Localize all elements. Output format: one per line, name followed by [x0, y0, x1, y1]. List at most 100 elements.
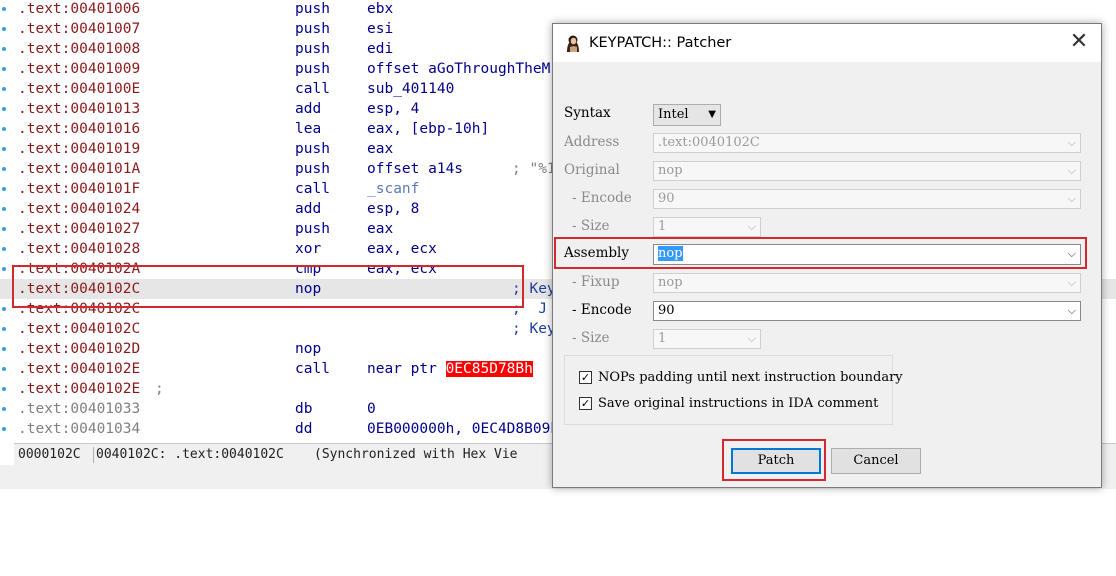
line-mnemonic: call	[295, 361, 330, 377]
fixup-field[interactable]: nop ⌵	[653, 273, 1081, 293]
line-address: .text:0040102D	[18, 341, 141, 357]
line-address: .text:00401024	[18, 201, 141, 217]
keypatch-app-icon	[563, 33, 583, 53]
chevron-down-icon: ⌵	[747, 220, 756, 233]
line-operand: eax, ecx	[367, 241, 437, 257]
line-address: .text:00401016	[18, 121, 141, 137]
checkbox-checked-icon: ✓	[579, 397, 592, 410]
line-mnemonic: add	[295, 101, 322, 117]
chevron-down-icon: ⌵	[747, 332, 756, 345]
line-mnemonic: dd	[295, 421, 313, 437]
assembly-input[interactable]: nop ⌵	[653, 244, 1081, 265]
line-mnemonic: push	[295, 161, 330, 177]
original-value: nop	[658, 163, 683, 178]
line-mnemonic: call	[295, 181, 330, 197]
fixup-label: - Fixup	[572, 274, 620, 290]
line-operand: _scanf	[367, 181, 420, 197]
line-address: .text:0040100E	[18, 81, 141, 97]
current-location: 0040102C: .text:0040102C	[96, 447, 284, 462]
line-operand: offset a14s	[367, 161, 464, 177]
encode-field[interactable]: 90 ⌵	[653, 301, 1081, 321]
syntax-label: Syntax	[564, 105, 611, 121]
line-address: .text:00401019	[18, 141, 141, 157]
line-operand: esi	[367, 21, 394, 37]
line-address: .text:0040102E	[18, 361, 141, 377]
separator-comment: ;	[155, 381, 164, 397]
address-label: Address	[564, 134, 620, 150]
line-mnemonic: nop	[295, 341, 322, 357]
close-icon[interactable]: ✕	[1067, 31, 1091, 55]
fixup-value: nop	[658, 275, 683, 290]
line-operand: offset aGoThroughTheM	[367, 61, 551, 77]
dialog-titlebar[interactable]: KEYPATCH:: Patcher ✕	[553, 24, 1101, 62]
options-group: ✓ NOPs padding until next instruction bo…	[564, 355, 903, 425]
line-address: .text:00401008	[18, 41, 141, 57]
original-size-field[interactable]: 1 ⌵	[653, 217, 761, 237]
syntax-value: Intel	[658, 107, 689, 122]
line-address: .text:0040102C	[18, 301, 141, 317]
line-mnemonic: nop	[295, 281, 322, 297]
address-value: .text:0040102C	[658, 135, 760, 150]
original-size-value: 1	[658, 219, 667, 234]
line-mnemonic: push	[295, 21, 330, 37]
line-mnemonic: cmp	[295, 261, 322, 277]
line-mnemonic: push	[295, 221, 330, 237]
line-address: .text:00401009	[18, 61, 141, 77]
cancel-button[interactable]: Cancel	[831, 448, 921, 474]
save-comment-label: Save original instructions in IDA commen…	[598, 396, 879, 411]
line-operand: ebx	[367, 1, 394, 17]
line-address: .text:00401013	[18, 101, 141, 117]
line-address: .text:0040102E	[18, 381, 141, 397]
line-address: .text:0040102A	[18, 261, 141, 277]
line-address: .text:00401028	[18, 241, 141, 257]
line-address: .text:0040102C	[18, 321, 141, 337]
encode-value: 90	[658, 303, 675, 318]
line-address: .text:0040102C	[18, 281, 141, 297]
assembly-label: Assembly	[564, 245, 629, 261]
chevron-down-icon: ⌵	[1067, 192, 1076, 205]
line-address: .text:00401033	[18, 401, 141, 417]
chevron-down-icon: ⌵	[1067, 304, 1076, 317]
bottom-blank-area	[0, 489, 1116, 505]
line-mnemonic: xor	[295, 241, 322, 257]
encode-label: - Encode	[572, 302, 632, 318]
line-mnemonic: lea	[295, 121, 322, 137]
line-mnemonic: add	[295, 201, 322, 217]
line-mnemonic: db	[295, 401, 313, 417]
line-operand: esp, 4	[367, 101, 420, 117]
original-field[interactable]: nop ⌵	[653, 161, 1081, 181]
line-operand: eax	[367, 141, 394, 157]
keypatch-dialog: KEYPATCH:: Patcher ✕ Syntax Intel ▼ Addr…	[552, 23, 1102, 488]
size-value: 1	[658, 331, 667, 346]
size-label: - Size	[572, 330, 610, 346]
bad-target-address: 0EC85D78Bh	[445, 361, 533, 377]
line-comment: ; "%1	[512, 161, 556, 177]
syntax-select[interactable]: Intel ▼	[653, 104, 721, 126]
checkbox-checked-icon: ✓	[579, 371, 592, 384]
original-encode-value: 90	[658, 191, 675, 206]
nop-padding-label: NOPs padding until next instruction boun…	[598, 370, 903, 385]
original-label: Original	[564, 162, 620, 178]
original-encode-label: - Encode	[572, 190, 632, 206]
assembly-value: nop	[658, 246, 683, 261]
line-address: .text:00401027	[18, 221, 141, 237]
line-comment: ; Key	[512, 321, 556, 337]
chevron-down-icon: ⌵	[1067, 164, 1076, 177]
syntax-dropdown-icon: ▼	[708, 109, 716, 120]
status-divider	[93, 447, 94, 463]
line-operand: sub_401140	[367, 81, 455, 97]
line-address: .text:00401006	[18, 1, 141, 17]
chevron-down-icon: ⌵	[1067, 276, 1076, 289]
patch-button[interactable]: Patch	[731, 448, 821, 474]
line-operand: 0	[367, 401, 376, 417]
disasm-line[interactable]: .text:00401006 push ebx	[0, 0, 1116, 19]
chevron-down-icon: ⌵	[1067, 136, 1076, 149]
line-operand: eax	[367, 221, 394, 237]
size-field[interactable]: 1 ⌵	[653, 329, 761, 349]
original-size-label: - Size	[572, 218, 610, 234]
address-field[interactable]: .text:0040102C ⌵	[653, 133, 1081, 153]
line-operand: eax, ecx	[367, 261, 437, 277]
line-mnemonic: push	[295, 1, 330, 17]
chevron-down-icon: ⌵	[1067, 247, 1076, 260]
original-encode-field[interactable]: 90 ⌵	[653, 189, 1081, 209]
